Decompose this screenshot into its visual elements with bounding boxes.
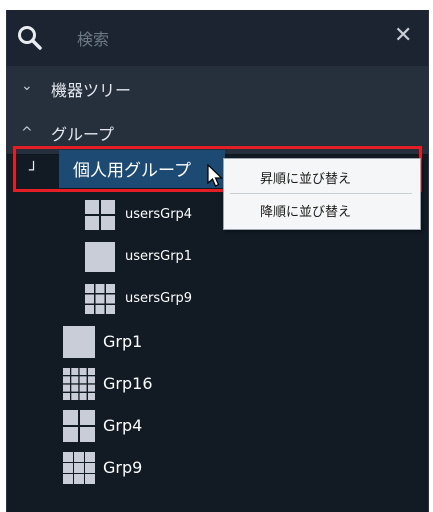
layout-4x4-icon	[63, 368, 95, 400]
tree-panel: 検索 ✕ ⌄ 機器ツリー ^ グループ ┘ 個人用グループ 昇順に並び替え 降順…	[6, 10, 429, 512]
section-device-tree[interactable]: ⌄ 機器ツリー	[7, 66, 428, 111]
layout-2x2-icon	[63, 410, 95, 442]
menu-separator	[230, 193, 412, 194]
tree-item-label: Grp16	[103, 374, 153, 393]
search-icon[interactable]	[17, 25, 43, 51]
tree-item-label: usersGrp4	[125, 207, 193, 222]
layout-3x3-icon	[85, 284, 115, 314]
search-bar: 検索 ✕	[7, 10, 428, 67]
tree-item-personal-group[interactable]: 個人用グループ	[59, 150, 225, 188]
tree-item-label: usersGrp9	[125, 291, 193, 306]
tree-item-label: usersGrp1	[125, 249, 193, 264]
collapse-toggle[interactable]: ┘	[29, 161, 38, 179]
tree-item-label: Grp9	[103, 458, 143, 477]
layout-1x1-icon	[85, 242, 115, 272]
layout-1x1-icon	[63, 326, 95, 358]
menu-item-sort-descending[interactable]: 降順に並び替え	[260, 201, 351, 220]
section-label: グループ	[51, 125, 115, 144]
layout-2x2-icon	[85, 200, 115, 230]
chevron-down-icon: ⌄	[21, 78, 33, 94]
section-label: 機器ツリー	[51, 81, 132, 100]
menu-item-sort-ascending[interactable]: 昇順に並び替え	[260, 168, 351, 187]
tree-item-label: Grp1	[103, 332, 143, 351]
context-menu: 昇順に並び替え 降順に並び替え	[223, 158, 421, 230]
chevron-up-icon: ^	[21, 125, 33, 141]
close-icon[interactable]: ✕	[394, 23, 412, 48]
tree-item-label: Grp4	[103, 416, 143, 435]
search-input[interactable]: 検索	[77, 26, 109, 50]
layout-3x3-icon	[63, 452, 95, 484]
tree-item-label: 個人用グループ	[73, 161, 191, 181]
